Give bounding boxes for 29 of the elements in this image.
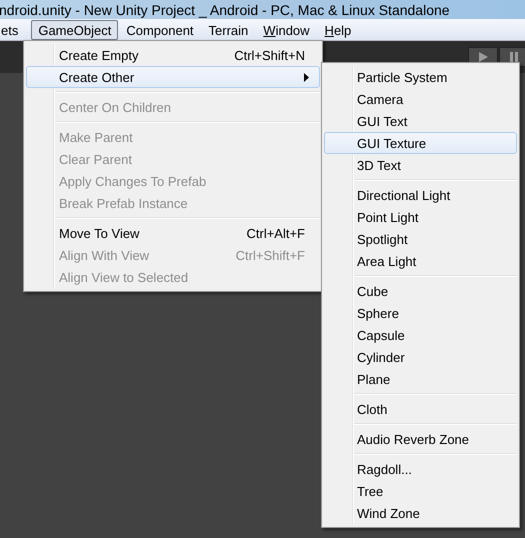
menu-bar-item[interactable]: Terrain <box>202 20 256 40</box>
menu-bar-item[interactable]: Window <box>256 20 317 40</box>
menu-item[interactable]: Ragdoll... <box>324 458 517 480</box>
menu-bar-item[interactable]: Component <box>119 20 201 40</box>
menu-item[interactable]: Move To View Ctrl+Alt+F <box>26 222 320 244</box>
menu-bar-item[interactable]: ets <box>0 20 26 40</box>
menu-item[interactable]: Capsule <box>324 324 517 346</box>
menu-item[interactable]: Create Other <box>26 66 320 88</box>
menu-item[interactable]: Spotlight <box>324 228 517 250</box>
menu-item[interactable]: Cube <box>324 280 517 302</box>
menu-item[interactable]: Plane <box>324 368 517 390</box>
menu-item[interactable]: Area Light <box>324 250 517 272</box>
menu-item[interactable]: Wind Zone <box>324 502 517 524</box>
menu-item[interactable]: Camera <box>324 88 517 110</box>
menu-item[interactable]: Audio Reverb Zone <box>324 428 517 450</box>
menu-bar-item[interactable]: Help <box>318 20 358 40</box>
menu-bar-item[interactable]: GameObject <box>31 20 118 40</box>
menu-item[interactable]: Sphere <box>324 302 517 324</box>
menu-item[interactable]: Particle System <box>324 66 517 88</box>
menu-item[interactable]: Create Empty Ctrl+Shift+N <box>26 44 320 66</box>
menu-item[interactable]: GUI Texture <box>324 132 517 154</box>
window-title: ndroid.unity - New Unity Project _ Android - PC, Mac & Linux Standalone <box>0 2 450 18</box>
menu-item[interactable]: Directional Light <box>324 184 517 206</box>
menu-item[interactable]: GUI Text <box>324 110 517 132</box>
menu-item[interactable]: 3D Text <box>324 154 517 176</box>
menu-item[interactable]: Point Light <box>324 206 517 228</box>
menu-item[interactable]: Tree <box>324 480 517 502</box>
menu-item[interactable]: Cylinder <box>324 346 517 368</box>
menu-item[interactable]: Cloth <box>324 398 517 420</box>
